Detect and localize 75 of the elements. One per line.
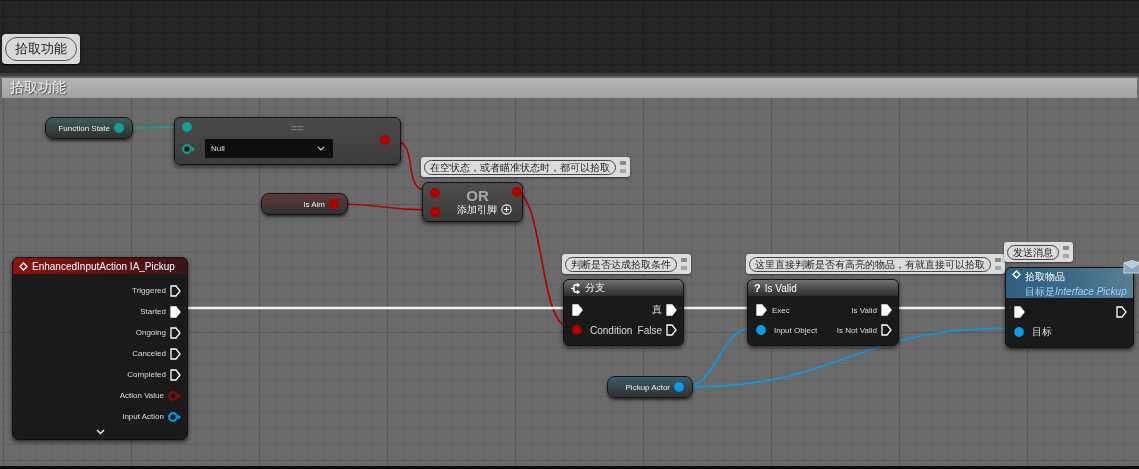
exec-pin-icon[interactable] [1014, 306, 1025, 318]
exec-pin-icon[interactable] [170, 326, 181, 339]
pin-label: Triggered [132, 286, 166, 295]
data-pin-icon[interactable] [114, 123, 127, 133]
pin-label: False [637, 324, 662, 336]
plus-circle-icon [501, 204, 512, 215]
comment-bubble[interactable]: 这里直接判断是否有高亮的物品，有就直接可以拾取 [746, 254, 1005, 274]
pin-label: Exec [772, 305, 790, 315]
add-pin-button[interactable]: 添加引脚 [457, 202, 512, 217]
compare-node[interactable]: Null == [174, 117, 401, 165]
comment-bubble[interactable]: 发送消息 [1004, 242, 1073, 262]
pin-label: Ongoing [135, 328, 166, 337]
diamond-icon [19, 261, 28, 271]
node-title: Is Aim [303, 199, 325, 209]
bubble-controls-icon[interactable] [994, 256, 1002, 272]
data-pin-icon[interactable] [168, 411, 181, 422]
envelope-icon [1123, 260, 1139, 274]
node-title: Is Valid [764, 282, 797, 294]
pin-label: Is Valid [851, 305, 877, 315]
bubble-controls-icon[interactable] [1062, 244, 1070, 260]
variable-node[interactable]: Is Aim [261, 193, 348, 215]
chevron-down-icon[interactable] [95, 429, 105, 435]
comment-bubble[interactable]: 判断是否达成拾取条件 [562, 254, 691, 274]
exec-pin-icon[interactable] [170, 305, 181, 318]
node-title: EnhancedInputAction IA_Pickup [32, 260, 175, 272]
pin-label: Started [140, 307, 166, 316]
exec-pin-icon[interactable] [170, 284, 181, 297]
data-pin-icon[interactable] [1014, 327, 1027, 337]
branch-icon [570, 282, 581, 294]
exec-pin-icon[interactable] [572, 304, 583, 316]
diamond-icon [1012, 270, 1021, 279]
data-pin-icon[interactable] [512, 187, 525, 197]
pin-label: Input Object [774, 325, 818, 335]
pin-label: Is Not Valid [836, 325, 877, 335]
data-pin-icon[interactable] [572, 325, 585, 335]
pin-label: Action Value [119, 391, 164, 400]
node-title: 拾取物品 [1025, 270, 1066, 284]
data-pin-icon[interactable] [674, 382, 687, 392]
exec-pin-icon[interactable] [1116, 306, 1127, 318]
node-header[interactable]: ? Is Valid [748, 280, 898, 296]
exec-pin-icon[interactable] [666, 324, 677, 336]
node-title: OR [466, 187, 489, 203]
data-pin-icon[interactable] [756, 325, 769, 335]
comment-title: 拾取功能 [10, 79, 66, 97]
data-pin-icon[interactable] [182, 143, 195, 154]
node-title: 分支 [585, 281, 605, 295]
node-title: Function State [58, 123, 110, 133]
variable-node[interactable]: Function State [45, 117, 133, 139]
data-pin-icon[interactable] [182, 122, 195, 132]
bubble-controls-icon[interactable] [619, 159, 627, 175]
exec-pin-icon[interactable] [170, 347, 181, 360]
pin-label: Condition [590, 324, 633, 336]
pin-label: Canceled [132, 349, 166, 358]
node-header[interactable]: 分支 [564, 280, 683, 296]
node-subtitle: 目标是Interface Pickup [1025, 285, 1127, 299]
node-header[interactable]: EnhancedInputAction IA_Pickup [13, 258, 187, 274]
variable-node[interactable]: Pickup Actor [607, 376, 693, 398]
pin-label: Completed [127, 370, 166, 379]
exec-pin-icon[interactable] [756, 304, 767, 316]
pin-label: 真 [652, 303, 662, 317]
node-title: == [291, 123, 304, 134]
node-title: Pickup Actor [625, 382, 670, 392]
exec-pin-icon[interactable] [881, 304, 892, 316]
exec-pin-icon[interactable] [881, 324, 892, 336]
exec-pin-icon[interactable] [170, 368, 181, 381]
pin-label: Input Action [122, 412, 164, 421]
pin-label: 目标 [1032, 325, 1052, 339]
question-icon: ? [754, 282, 761, 294]
event-node[interactable]: EnhancedInputAction IA_Pickup Triggered Started Ongoing Canceled Completed Action Value Input Action [12, 257, 188, 440]
bubble-controls-icon[interactable] [680, 256, 688, 272]
exec-pin-icon[interactable] [666, 304, 677, 316]
dropdown-field[interactable]: Null [205, 139, 333, 158]
comment-bubble[interactable]: 在空状态，或者瞄准状态时，都可以拾取 [421, 157, 630, 177]
chevron-down-icon [317, 146, 325, 151]
node-header[interactable]: 拾取物品 目标是Interface Pickup [1006, 268, 1133, 298]
